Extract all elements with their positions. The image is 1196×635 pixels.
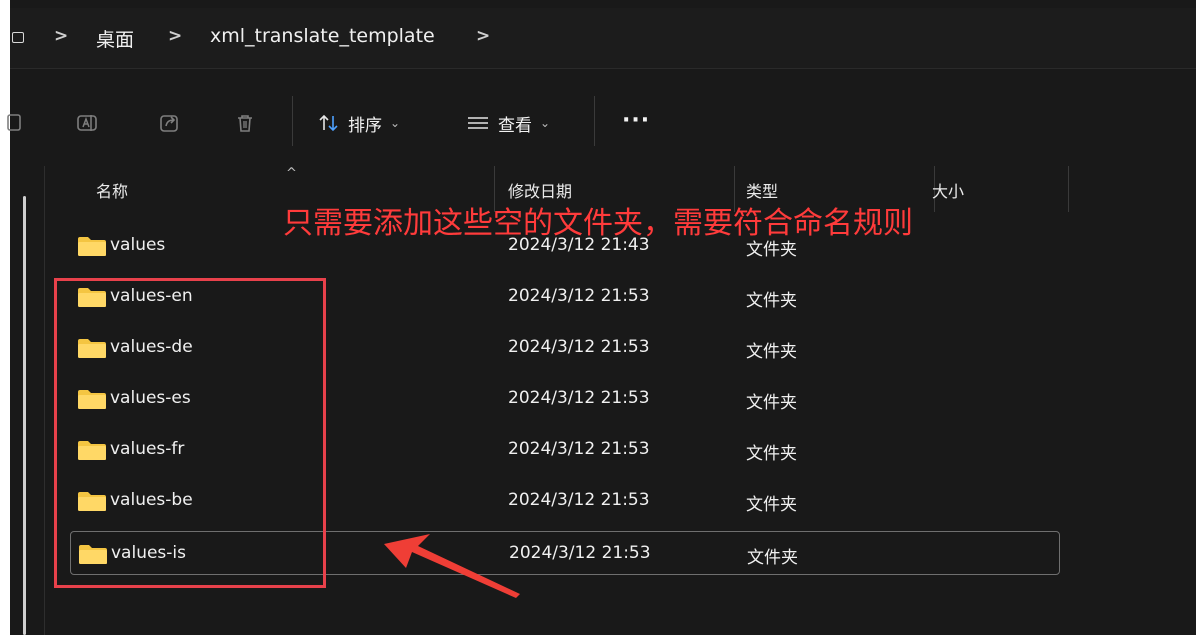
address-bar[interactable]: > 桌面 > xml_translate_template >	[10, 8, 1196, 69]
file-type: 文件夹	[746, 393, 797, 413]
annotation-arrow-icon	[384, 534, 520, 598]
column-header-name[interactable]: 名称	[96, 178, 128, 202]
file-name: values	[110, 235, 166, 255]
column-header-size[interactable]: 大小	[932, 178, 964, 202]
file-modified-date: 2024/3/12 21:53	[508, 286, 650, 306]
annotation-text: 只需要添加这些空的文件夹，需要符合命名规则	[283, 206, 913, 241]
rename-icon[interactable]	[76, 112, 98, 134]
window-edge	[0, 0, 10, 635]
sort-arrows-icon	[319, 114, 338, 132]
chevron-down-icon: ⌄	[390, 116, 401, 130]
file-modified-date: 2024/3/12 21:53	[508, 439, 650, 459]
share-icon[interactable]	[158, 112, 180, 134]
view-label: 查看	[498, 115, 532, 136]
toolbar-divider	[292, 96, 293, 146]
file-type: 文件夹	[746, 444, 797, 464]
chevron-down-icon: ⌄	[540, 116, 551, 130]
file-type: 文件夹	[746, 291, 797, 311]
file-explorer-window: > 桌面 > xml_translate_template > 排序 ⌄ 查看 …	[0, 0, 1196, 635]
file-modified-date: 2024/3/12 21:53	[508, 337, 650, 357]
toolbar-divider	[594, 96, 595, 146]
sort-label: 排序	[348, 115, 382, 136]
file-modified-date: 2024/3/12 21:53	[508, 490, 650, 510]
file-modified-date: 2024/3/12 21:53	[509, 543, 651, 563]
annotation-highlight-box	[54, 278, 326, 588]
more-options-button[interactable]: ···	[622, 108, 650, 133]
sort-button[interactable]: 排序 ⌄	[318, 110, 400, 136]
copy-icon[interactable]	[4, 112, 26, 134]
navigation-pane-scrollbar[interactable]	[23, 196, 26, 635]
computer-icon[interactable]	[12, 32, 24, 43]
folder-icon	[78, 237, 106, 256]
file-modified-date: 2024/3/12 21:53	[508, 388, 650, 408]
command-toolbar: 排序 ⌄ 查看 ⌄ ···	[7, 82, 1196, 164]
file-type: 文件夹	[746, 342, 797, 362]
sort-ascending-caret-icon: ^	[286, 166, 297, 181]
breadcrumb-separator-icon[interactable]: >	[476, 26, 490, 46]
navigation-pane	[10, 166, 45, 635]
file-type: 文件夹	[746, 495, 797, 515]
column-separator[interactable]	[1068, 166, 1069, 212]
breadcrumb-separator-icon[interactable]: >	[54, 26, 68, 46]
delete-icon[interactable]	[234, 112, 256, 134]
view-button[interactable]: 查看 ⌄	[466, 110, 550, 136]
breadcrumb-separator-icon[interactable]: >	[168, 26, 182, 46]
view-list-icon	[468, 117, 488, 129]
breadcrumb-current-folder[interactable]: xml_translate_template	[210, 25, 435, 47]
file-type: 文件夹	[747, 548, 798, 568]
breadcrumb-desktop[interactable]: 桌面	[96, 25, 134, 52]
